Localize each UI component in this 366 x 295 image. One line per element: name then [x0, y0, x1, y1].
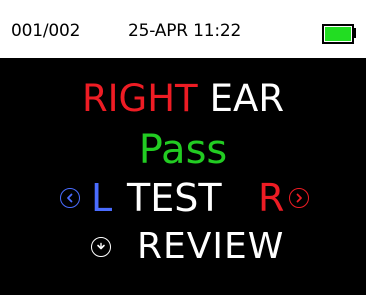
review-label[interactable]: REVIEW	[137, 225, 284, 269]
record-counter: 001/002	[11, 21, 81, 41]
right-ear-label[interactable]: R	[258, 176, 284, 220]
battery-icon	[322, 24, 354, 44]
ear-title: RIGHT EAR	[0, 77, 366, 121]
review-button[interactable]	[91, 237, 111, 257]
test-label[interactable]: TEST	[127, 176, 222, 220]
date-time: 25-APR 11:22	[128, 21, 242, 41]
chevron-down-icon	[97, 242, 105, 250]
chevron-left-icon	[67, 193, 73, 203]
left-ear-label[interactable]: L	[91, 176, 112, 220]
battery-level-fill	[325, 27, 351, 41]
left-ear-button[interactable]	[60, 188, 80, 208]
test-result: Pass	[138, 127, 228, 173]
right-ear-button[interactable]	[289, 188, 309, 208]
ear-word-label: EAR	[209, 77, 285, 120]
status-bar: 001/002 25-APR 11:22	[0, 0, 366, 58]
ear-side-label: RIGHT	[81, 77, 198, 120]
device-screen: 001/002 25-APR 11:22 RIGHT EAR Pass L TES…	[0, 0, 366, 295]
battery-tip	[352, 28, 356, 38]
chevron-right-icon	[296, 193, 302, 203]
